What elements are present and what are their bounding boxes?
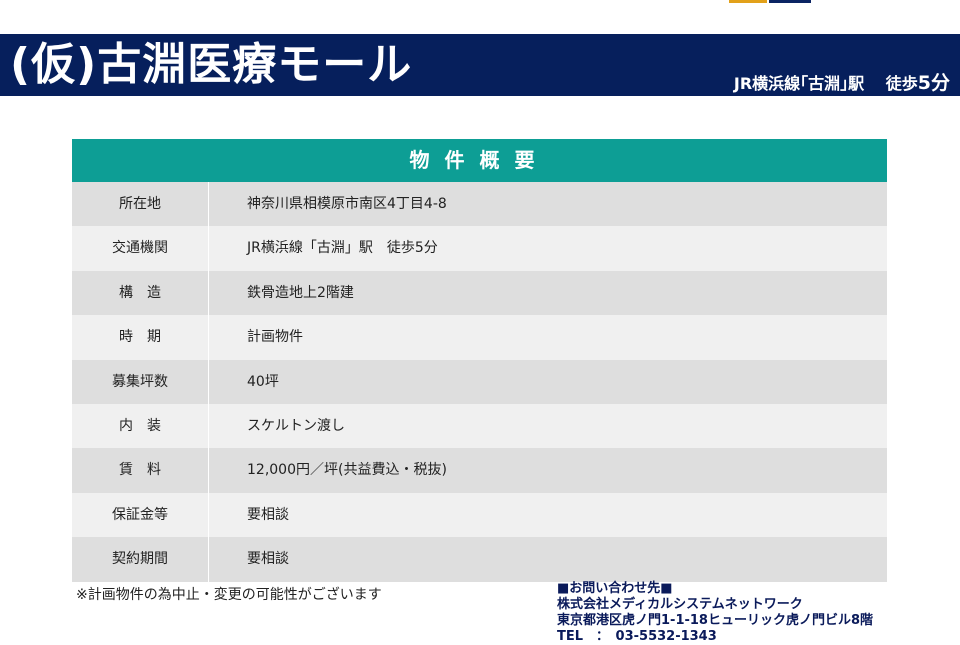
row-label-location: 所在地	[72, 182, 209, 227]
walk-minutes: 5分	[917, 72, 950, 94]
logo-navy-block	[769, 0, 811, 3]
row-value-rent: 12,000円／坪(共益費込・税抜)	[247, 462, 447, 479]
table-row: 契約期間 要相談	[72, 537, 887, 582]
row-value-location: 神奈川県相模原市南区4丁目4-8	[247, 196, 447, 212]
row-value-deposit: 要相談	[247, 506, 289, 523]
row-value-timing: 計画物件	[247, 329, 303, 346]
disclaimer-note: ※計画物件の為中止・変更の可能性がございます	[76, 587, 382, 603]
contact-address: 東京都港区虎ノ門1-1-18ヒューリック虎ノ門ビル8階	[557, 613, 874, 628]
property-summary-table: 物件概要 所在地 神奈川県相模原市南区4丁目4-8 交通機関 JR横浜線「古淵」…	[72, 139, 887, 582]
logo-strip	[729, 0, 811, 3]
table-row: 賃 料 12,000円／坪(共益費込・税抜)	[72, 448, 887, 493]
row-value-structure: 鉄骨造地上2階建	[247, 284, 354, 301]
page-title: (仮)古淵医療モール	[10, 39, 413, 90]
logo-accent-block	[729, 0, 767, 3]
table-row: 時 期 計画物件	[72, 315, 887, 360]
table-row: 所在地 神奈川県相模原市南区4丁目4-8	[72, 182, 887, 227]
row-label-structure: 構 造	[72, 270, 209, 316]
contact-company: 株式会社メディカルシステムネットワーク	[557, 597, 803, 612]
contact-block: ■お問い合わせ先■ 株式会社メディカルシステムネットワーク 東京都港区虎ノ門1-…	[557, 581, 907, 645]
row-label-timing: 時 期	[72, 315, 209, 360]
title-banner: (仮)古淵医療モール JR横浜線｢古淵｣駅 徒歩5分	[0, 34, 960, 96]
table-row: 構 造 鉄骨造地上2階建	[72, 270, 887, 316]
row-value-floor-area: 40坪	[247, 373, 279, 390]
row-value-interior: スケルトン渡し	[247, 417, 345, 434]
row-value-transport: JR横浜線「古淵」駅 徒歩5分	[247, 240, 438, 257]
contact-tel: TEL ： 03-5532-1343	[557, 629, 717, 644]
station-access: JR横浜線｢古淵｣駅 徒歩5分	[734, 68, 950, 95]
contact-heading: ■お問い合わせ先■	[557, 581, 673, 596]
table-heading: 物件概要	[72, 139, 887, 182]
table-body: 所在地 神奈川県相模原市南区4丁目4-8 交通機関 JR横浜線「古淵」駅 徒歩5…	[72, 182, 887, 582]
row-label-rent: 賃 料	[72, 448, 209, 493]
row-label-interior: 内 装	[72, 403, 209, 449]
table-row: 交通機関 JR横浜線「古淵」駅 徒歩5分	[72, 226, 887, 271]
station-access-text: JR横浜線｢古淵｣駅 徒歩	[733, 74, 918, 93]
row-label-contract-term: 契約期間	[72, 537, 209, 582]
row-label-transport: 交通機関	[72, 226, 209, 271]
table-row: 募集坪数 40坪	[72, 359, 887, 404]
row-value-contract-term: 要相談	[247, 551, 289, 568]
row-label-deposit: 保証金等	[72, 492, 209, 538]
row-label-floor-area: 募集坪数	[72, 359, 209, 404]
table-row: 保証金等 要相談	[72, 492, 887, 538]
table-row: 内 装 スケルトン渡し	[72, 403, 887, 449]
